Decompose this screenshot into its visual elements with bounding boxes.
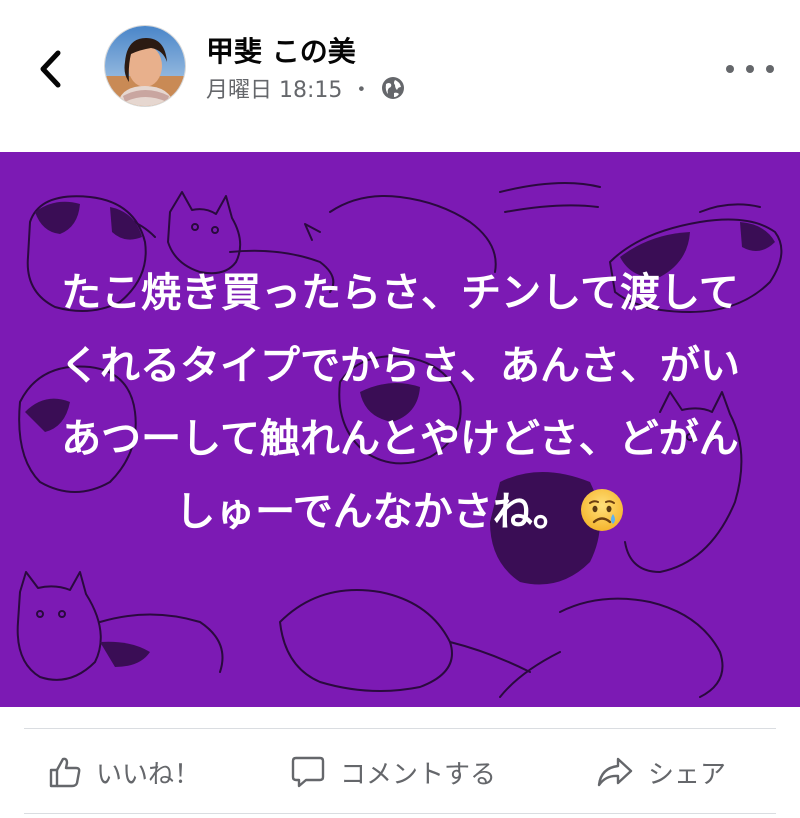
comment-button[interactable]: コメントする bbox=[290, 742, 496, 802]
like-label: いいね！ bbox=[96, 759, 201, 790]
like-button[interactable]: いいね！ bbox=[48, 742, 200, 802]
post-text: たこ焼き買ったらさ、チンして渡してくれるタイプでからさ、あんさ、がいあつーして触… bbox=[50, 257, 750, 549]
avatar[interactable] bbox=[104, 25, 186, 107]
share-label: シェア bbox=[648, 759, 727, 790]
post-text-content: たこ焼き買ったらさ、チンして渡してくれるタイプでからさ、あんさ、がいあつーして触… bbox=[60, 270, 740, 535]
ellipsis-dot bbox=[726, 65, 734, 73]
post-header: 甲斐 この美 月曜日 18:15 ・ bbox=[0, 0, 800, 152]
avatar-image bbox=[105, 26, 185, 106]
actions-divider-top bbox=[24, 728, 776, 729]
thumbs-up-icon bbox=[49, 757, 81, 788]
more-options-button[interactable] bbox=[726, 52, 774, 86]
share-button[interactable]: シェア bbox=[596, 742, 726, 802]
crying-face-icon bbox=[579, 484, 625, 531]
actions-divider-bottom bbox=[24, 813, 776, 814]
globe-icon[interactable] bbox=[380, 75, 406, 101]
meta-separator: ・ bbox=[350, 78, 373, 103]
author-name[interactable]: 甲斐 この美 bbox=[206, 30, 356, 70]
post-meta: 月曜日 18:15 ・ bbox=[206, 73, 406, 103]
ellipsis-dot bbox=[746, 65, 754, 73]
chevron-left-icon bbox=[40, 50, 61, 88]
post-timestamp[interactable]: 月曜日 18:15 bbox=[206, 72, 342, 104]
share-arrow-icon bbox=[597, 757, 633, 787]
speech-bubble-icon bbox=[291, 756, 325, 788]
ellipsis-dot bbox=[766, 65, 774, 73]
post-page: 甲斐 この美 月曜日 18:15 ・ たこ焼き買ったらさ、チンして渡してくれるタ… bbox=[0, 0, 800, 818]
comment-label: コメントする bbox=[340, 759, 497, 790]
post-background: たこ焼き買ったらさ、チンして渡してくれるタイプでからさ、あんさ、がいあつーして触… bbox=[0, 152, 800, 707]
back-button[interactable] bbox=[28, 44, 72, 94]
